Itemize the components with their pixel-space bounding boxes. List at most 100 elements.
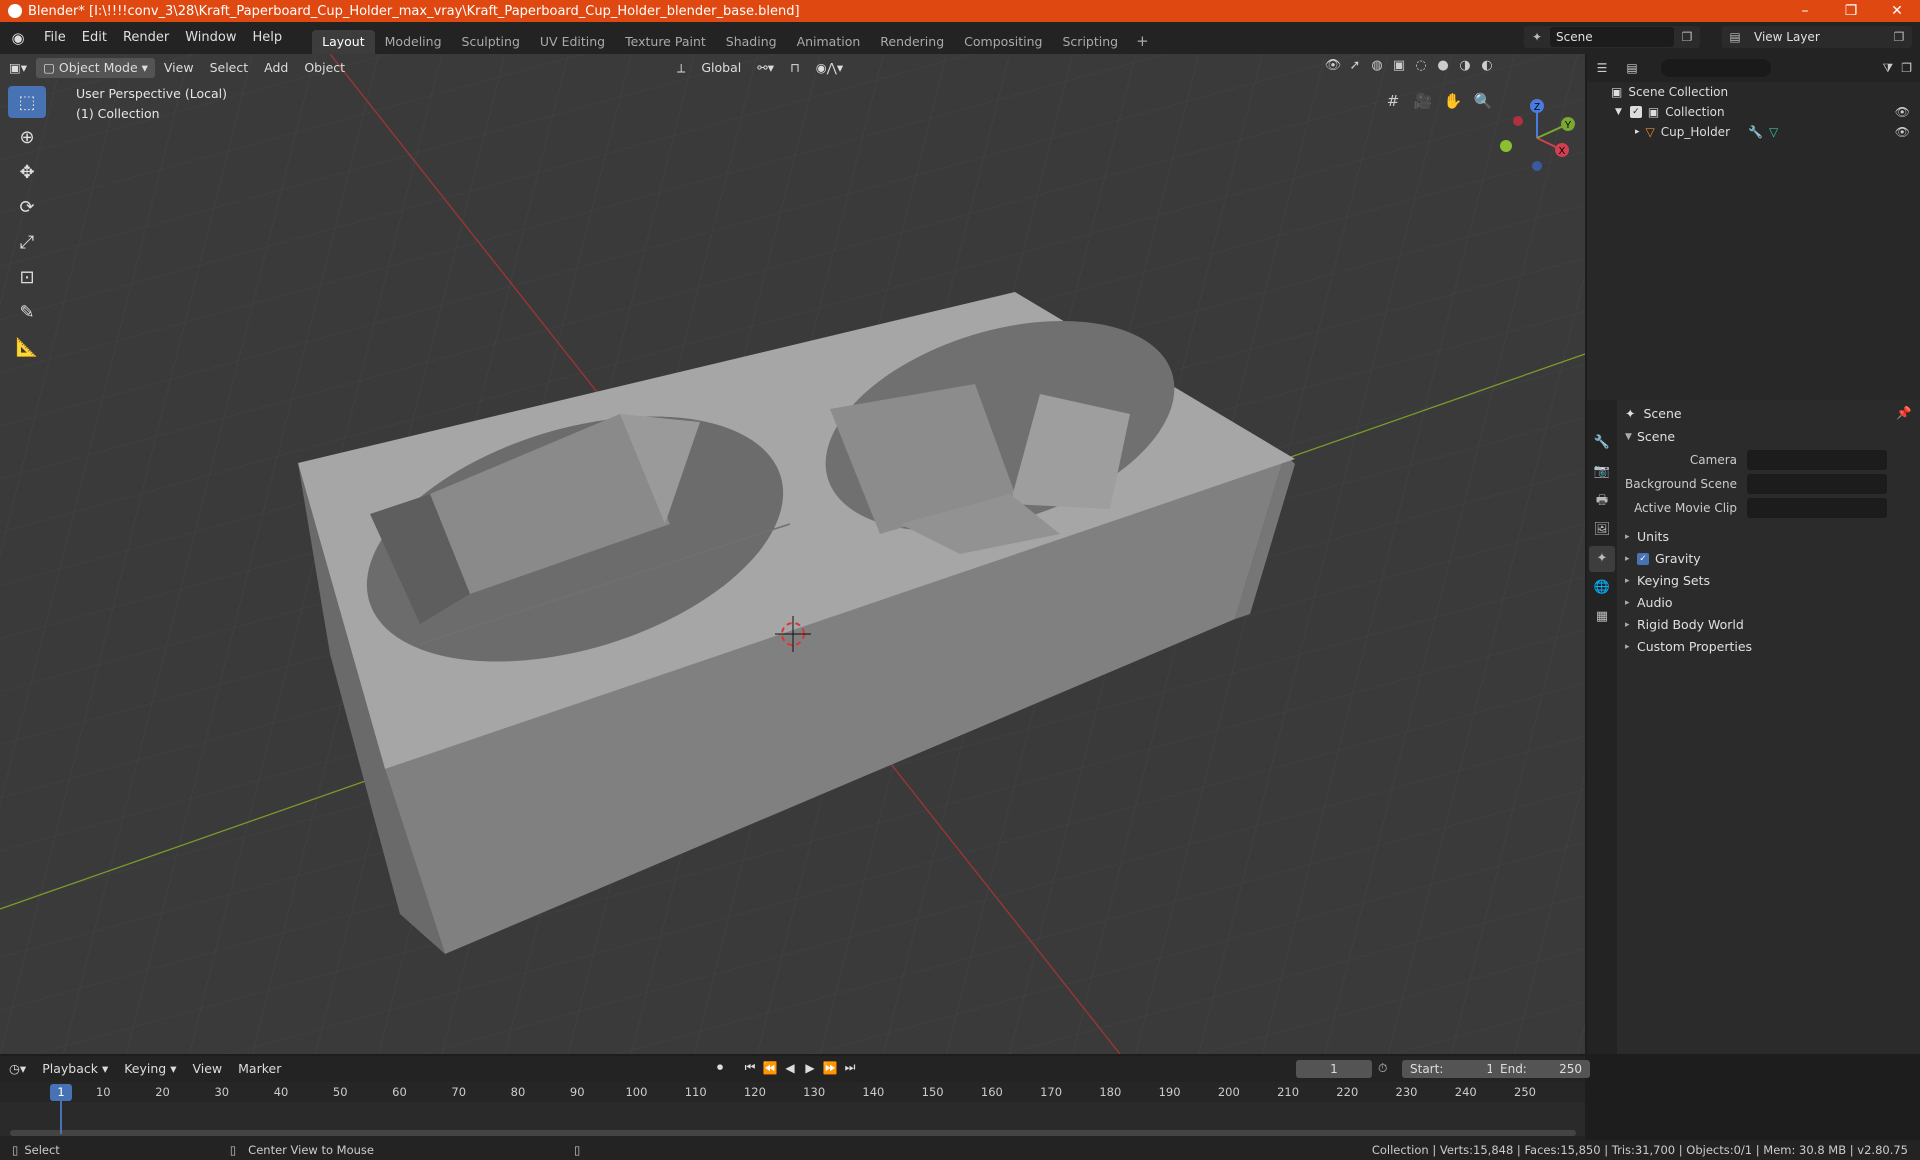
pan-hand-icon[interactable]: ✋ (1438, 86, 1468, 116)
menu-help[interactable]: Help (245, 22, 291, 54)
menu-render[interactable]: Render (115, 22, 177, 54)
rendered-shading-icon[interactable]: ◐ (1476, 58, 1498, 73)
menu-edit[interactable]: Edit (74, 22, 115, 54)
tool-tab-icon[interactable]: 🔧 (1589, 430, 1615, 456)
new-collection-icon[interactable]: ❐ (1901, 61, 1912, 75)
visibility-icon[interactable]: 👁 (1322, 58, 1344, 73)
expand-arrow-icon[interactable]: ▸ (1635, 122, 1640, 142)
prev-keyframe-icon[interactable]: ⏪ (760, 1061, 780, 1075)
tab-animation[interactable]: Animation (787, 30, 871, 54)
panel-gravity[interactable]: ▸ ✓ Gravity (1617, 548, 1920, 570)
copy-view-layer-icon[interactable]: ❐ (1886, 30, 1912, 44)
xray-icon[interactable]: ▣ (1388, 58, 1410, 73)
move-tool[interactable]: ✥ (8, 156, 46, 188)
timeline-scrollbar[interactable] (10, 1130, 1576, 1136)
start-frame-field[interactable]: Start: 1 (1402, 1060, 1502, 1078)
gravity-checkbox[interactable]: ✓ (1637, 553, 1649, 565)
overlay-toggle-icon[interactable]: ◍ (1366, 58, 1388, 73)
output-tab-icon[interactable]: 🖶 (1589, 488, 1615, 514)
select-box-tool[interactable]: ⬚ (8, 86, 46, 118)
menu-marker[interactable]: Marker (231, 1059, 288, 1079)
timeline-editor-type-icon[interactable]: ◷▾ (2, 1059, 33, 1079)
material-shading-icon[interactable]: ◑ (1454, 58, 1476, 73)
pin-icon[interactable]: 📌 (1896, 405, 1912, 421)
panel-units[interactable]: ▸ Units (1617, 526, 1920, 548)
snap-icon[interactable]: ⊓ (783, 58, 807, 78)
playhead-marker[interactable]: 1 (50, 1084, 72, 1101)
menu-select[interactable]: Select (203, 58, 256, 78)
cursor-tool[interactable]: ⊕ (8, 121, 46, 153)
world-tab-icon[interactable]: 🌐 (1589, 575, 1615, 601)
pivot-icon[interactable]: ⚯▾ (750, 58, 781, 78)
outliner-editor-icon[interactable]: ☰ (1587, 61, 1617, 75)
menu-add[interactable]: Add (257, 58, 295, 78)
record-icon[interactable]: ⏺ (710, 1060, 730, 1075)
tab-compositing[interactable]: Compositing (954, 30, 1052, 54)
tab-layout[interactable]: Layout (312, 30, 375, 54)
panel-audio[interactable]: ▸ Audio (1617, 592, 1920, 614)
tab-sculpting[interactable]: Sculpting (452, 30, 530, 54)
copy-scene-icon[interactable]: ❐ (1674, 30, 1700, 44)
preview-range-icon[interactable]: ⏱ (1378, 1061, 1387, 1076)
tab-shading[interactable]: Shading (716, 30, 787, 54)
menu-playback[interactable]: Playback ▾ (35, 1059, 115, 1079)
active-movie-clip-field[interactable] (1747, 498, 1887, 518)
outliner-cup-holder[interactable]: ▸ ▽ Cup_Holder 🔧 ▽ 👁 (1587, 122, 1920, 142)
panel-scene[interactable]: ▼ Scene (1617, 426, 1920, 448)
texture-tab-icon[interactable]: ▦ (1589, 604, 1615, 630)
panel-rigid-body-world[interactable]: ▸ Rigid Body World (1617, 614, 1920, 636)
display-mode-icon[interactable]: ▤ (1617, 61, 1647, 75)
transform-tool[interactable]: ⊡ (8, 261, 46, 293)
annotate-tool[interactable]: ✎ (8, 296, 46, 328)
play-icon[interactable]: ▶ (800, 1061, 820, 1075)
add-workspace-button[interactable]: + (1128, 32, 1157, 50)
panel-keying-sets[interactable]: ▸ Keying Sets (1617, 570, 1920, 592)
scene-name[interactable]: Scene (1550, 27, 1674, 47)
3d-viewport[interactable]: ▣▾ ▢ Object Mode ▾ View Select Add Objec… (0, 54, 1585, 1054)
minimize-button[interactable]: – (1782, 0, 1828, 22)
menu-window[interactable]: Window (177, 22, 244, 54)
exclude-checkbox[interactable]: ✓ (1629, 106, 1642, 118)
render-tab-icon[interactable]: 📷 (1589, 459, 1615, 485)
view-layer-name[interactable]: View Layer (1748, 27, 1886, 47)
filter-icon[interactable]: ⧩ (1883, 61, 1894, 76)
scene-tab-icon[interactable]: ✦ (1589, 546, 1615, 572)
orientation-dropdown[interactable]: Global (694, 58, 748, 78)
mesh-data-icon[interactable]: ▽ (1769, 122, 1778, 142)
menu-file[interactable]: File (36, 22, 74, 54)
view-layer-tab-icon[interactable]: 🖼 (1589, 517, 1615, 543)
editor-type-icon[interactable]: ▣▾ (2, 58, 34, 78)
solid-shading-icon[interactable]: ● (1432, 58, 1454, 73)
menu-object[interactable]: Object (297, 58, 352, 78)
gizmo-toggle-icon[interactable]: ➚ (1344, 58, 1366, 73)
proportional-edit-icon[interactable]: ◉⋀▾ (809, 58, 850, 78)
tab-modeling[interactable]: Modeling (375, 30, 452, 54)
modifier-wrench-icon[interactable]: 🔧 (1748, 122, 1763, 142)
scale-tool[interactable]: ⤢ (8, 226, 46, 258)
outliner-scene-collection[interactable]: ▣ Scene Collection (1587, 82, 1920, 102)
rotate-tool[interactable]: ⟳ (8, 191, 46, 223)
tab-rendering[interactable]: Rendering (870, 30, 954, 54)
wireframe-shading-icon[interactable]: ◌ (1410, 58, 1432, 73)
panel-custom-properties[interactable]: ▸ Custom Properties (1617, 636, 1920, 658)
maximize-button[interactable]: ❐ (1828, 0, 1874, 22)
close-button[interactable]: ✕ (1874, 0, 1920, 22)
menu-timeline-view[interactable]: View (185, 1059, 229, 1079)
blender-menu-icon[interactable]: ◉ (8, 28, 28, 48)
menu-view[interactable]: View (157, 58, 201, 78)
camera-view-icon[interactable]: 🎥 (1408, 86, 1438, 116)
next-keyframe-icon[interactable]: ⏩ (820, 1061, 840, 1075)
jump-start-icon[interactable]: ⏮ (740, 1060, 760, 1075)
play-reverse-icon[interactable]: ◀ (780, 1061, 800, 1075)
camera-field[interactable] (1747, 450, 1887, 470)
transform-orientation[interactable]: ⟂ Global ⚯▾ ⊓ ◉⋀▾ (668, 58, 850, 78)
menu-keying[interactable]: Keying ▾ (117, 1059, 183, 1079)
background-scene-field[interactable] (1747, 474, 1887, 494)
tab-texture-paint[interactable]: Texture Paint (615, 30, 716, 54)
end-frame-field[interactable]: End: 250 (1492, 1060, 1590, 1078)
eye-icon[interactable]: 👁 (1895, 122, 1910, 142)
viewport-canvas[interactable] (0, 54, 1585, 1054)
frame-ruler[interactable]: 10 20 30 40 50 60 70 80 90 100 110 120 130 140 150 160 1… (0, 1082, 1585, 1102)
outliner-search-input[interactable] (1661, 59, 1771, 77)
view-layer-selector[interactable]: ▤ View Layer ❐ (1722, 26, 1912, 48)
